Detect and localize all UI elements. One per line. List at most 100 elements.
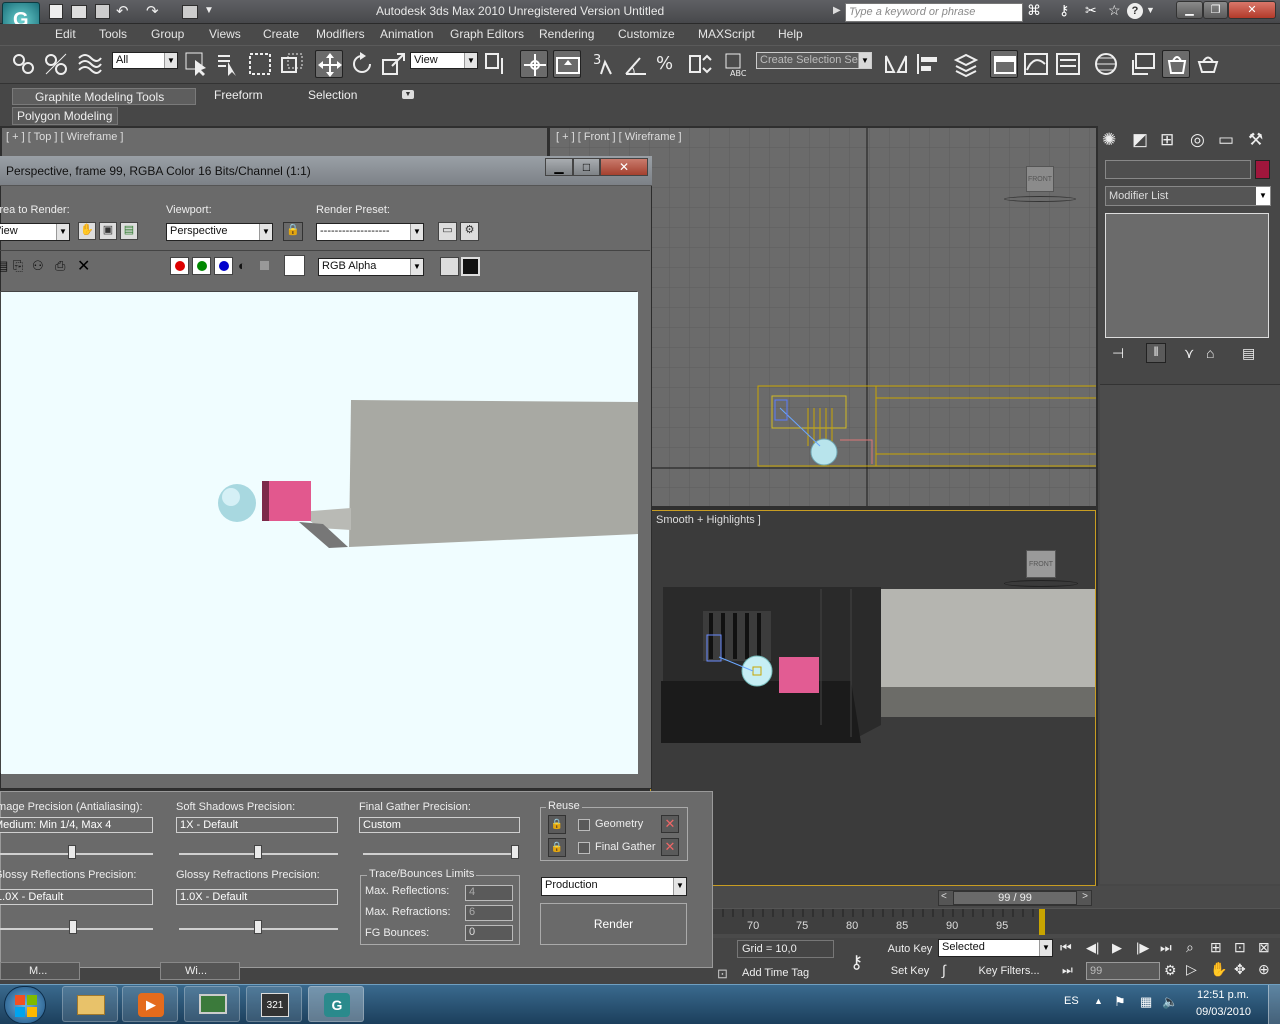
geometry-lock-icon[interactable]: 🔒 (548, 815, 566, 834)
toggle-ui-icon[interactable] (461, 257, 480, 276)
final-gather-lock-icon[interactable]: 🔒 (548, 838, 566, 857)
language-indicator[interactable]: ES (1064, 995, 1079, 1007)
tab-graphite-modeling-tools[interactable]: Graphite Modeling Tools (12, 88, 196, 105)
minimize-button[interactable]: ▁ (1176, 1, 1203, 19)
menu-views[interactable]: Views (209, 27, 241, 41)
snaps-toggle-icon[interactable]: 3 (591, 50, 619, 78)
key-selection-dropdown[interactable]: Selected ▼ (938, 939, 1053, 957)
current-frame-spinner[interactable]: 99 (1086, 962, 1160, 980)
zoom-extents-icon[interactable]: ⊡ (1234, 939, 1246, 956)
make-unique-icon[interactable]: ⋎ (1184, 345, 1194, 362)
glossy-reflections-knob[interactable] (69, 920, 77, 934)
goto-start-icon[interactable]: ⏮ (1060, 940, 1072, 956)
render-setup-button[interactable]: ▭ (438, 222, 457, 241)
minimized-window-2[interactable]: Wi... (160, 962, 240, 980)
mirror-icon[interactable] (882, 50, 910, 78)
max-reflections-spinner[interactable]: 4 (465, 885, 513, 901)
menu-rendering[interactable]: Rendering (539, 27, 594, 41)
ribbon-minimize-icon[interactable]: ▼ (402, 90, 414, 99)
render-production-icon[interactable] (1194, 50, 1222, 78)
menu-graph-editors[interactable]: Graph Editors (450, 27, 524, 41)
auto-region-icon[interactable]: ▣ (99, 222, 117, 240)
taskbar-explorer-button[interactable] (62, 986, 118, 1022)
open-file-icon[interactable] (71, 5, 87, 19)
set-key-mode-icon[interactable]: ⚷ (850, 952, 863, 973)
unlink-icon[interactable] (42, 50, 70, 78)
render-preset-dropdown[interactable]: ------------------- ▼ (316, 223, 424, 241)
image-precision-field[interactable]: Medium: Min 1/4, Max 4 (0, 817, 153, 833)
modify-tab-icon[interactable]: ◩ (1132, 130, 1148, 150)
schematic-view-icon[interactable] (1054, 50, 1082, 78)
next-key-icon[interactable]: |▶ (1136, 940, 1149, 956)
pan-icon[interactable]: ✋ (1210, 961, 1227, 978)
object-name-field[interactable] (1105, 160, 1251, 179)
image-precision-knob[interactable] (68, 845, 76, 859)
taskbar-monitor-button[interactable] (184, 986, 240, 1022)
favorites-icon[interactable]: ☆ (1108, 2, 1121, 19)
menu-maxscript[interactable]: MAXScript (698, 27, 755, 41)
help-dropdown-icon[interactable]: ▼ (1146, 5, 1155, 15)
redo-icon[interactable]: ↷ (146, 2, 159, 20)
edit-named-selections-icon[interactable]: ABC (722, 50, 750, 78)
menu-edit[interactable]: Edit (55, 27, 76, 41)
blue-channel-toggle[interactable] (214, 257, 233, 275)
layer-manager-icon[interactable] (952, 50, 980, 78)
menu-group[interactable]: Group (151, 27, 184, 41)
keyboard-shortcut-icon[interactable] (553, 50, 581, 78)
menu-create[interactable]: Create (263, 27, 299, 41)
menu-animation[interactable]: Animation (380, 27, 433, 41)
show-desktop-button[interactable] (1268, 985, 1280, 1024)
rendered-image[interactable] (0, 291, 638, 774)
field-of-view-icon[interactable]: ▷ (1186, 961, 1197, 978)
render-button[interactable]: Render (540, 903, 687, 945)
alpha-channel-icon[interactable]: ◐ (238, 258, 246, 273)
selection-filter-dropdown[interactable]: All ▼ (112, 52, 178, 69)
render-window-close-button[interactable]: ✕ (600, 158, 648, 176)
close-button[interactable]: ✕ (1228, 1, 1276, 19)
pin-stack-icon[interactable]: ⊣ (1112, 345, 1124, 362)
key-filters-button[interactable]: Key Filters... (967, 962, 1051, 981)
start-button[interactable] (4, 986, 46, 1024)
zoom-icon[interactable]: ⌕ (1186, 939, 1194, 956)
clock-date[interactable]: 09/03/2010 (1196, 1006, 1251, 1018)
goto-end-icon[interactable]: ⏭ (1160, 940, 1172, 956)
max-refractions-spinner[interactable]: 6 (465, 905, 513, 921)
remove-modifier-icon[interactable]: ⌂ (1206, 345, 1214, 361)
zoom-extents-all-icon[interactable]: ⊠ (1258, 939, 1270, 956)
key-mode-icon[interactable]: ⏭ (1062, 963, 1073, 978)
viewport-front-label[interactable]: [ + ] [ Front ] [ Wireframe ] (556, 131, 682, 143)
motion-tab-icon[interactable]: ◎ (1190, 130, 1205, 150)
red-channel-toggle[interactable] (170, 257, 189, 275)
taskbar-3dsmax-button[interactable]: G (308, 986, 364, 1022)
final-gather-slider[interactable] (363, 853, 519, 855)
viewport-top-label[interactable]: [ + ] [ Top ] [ Wireframe ] (6, 131, 123, 143)
fg-bounces-spinner[interactable]: 0 (465, 925, 513, 941)
soft-shadows-knob[interactable] (254, 845, 262, 859)
undo-icon[interactable]: ↶ (116, 2, 129, 20)
align-icon[interactable] (914, 50, 942, 78)
modifier-list-dropdown[interactable]: Modifier List ▼ (1105, 186, 1271, 206)
play-icon[interactable]: ▶ (1112, 940, 1122, 956)
action-center-icon[interactable]: ⚑ (1114, 994, 1126, 1010)
prev-frame-icon[interactable]: < (941, 891, 947, 902)
maximize-viewport-icon[interactable]: ⊕ (1258, 961, 1270, 978)
key-icon[interactable]: ⚷ (1059, 2, 1069, 19)
window-crossing-icon[interactable] (278, 50, 306, 78)
background-color-swatch[interactable] (284, 255, 305, 276)
binoculars-icon[interactable]: ⌘ (1027, 2, 1041, 19)
curve-editor-icon[interactable] (1022, 50, 1050, 78)
material-editor-icon[interactable] (1092, 50, 1120, 78)
clear-final-gather-cache-icon[interactable]: ✕ (661, 838, 679, 856)
environment-effects-button[interactable]: ⚙ (460, 222, 479, 241)
auto-key-button[interactable]: Auto Key (885, 940, 935, 959)
rect-selection-icon[interactable] (246, 50, 274, 78)
rendered-frame-window-icon[interactable] (1162, 50, 1190, 78)
menu-tools[interactable]: Tools (99, 27, 127, 41)
volume-icon[interactable]: 🔈 (1162, 994, 1178, 1010)
print-image-icon[interactable]: ⎙ (55, 258, 65, 274)
render-window-minimize-button[interactable]: ▁ (545, 158, 573, 176)
area-to-render-dropdown[interactable]: View ▼ (0, 223, 70, 241)
scale-icon[interactable] (380, 50, 408, 78)
viewcube-perspective[interactable]: FRONT (1004, 548, 1078, 592)
network-icon[interactable]: ▦ (1140, 994, 1152, 1010)
